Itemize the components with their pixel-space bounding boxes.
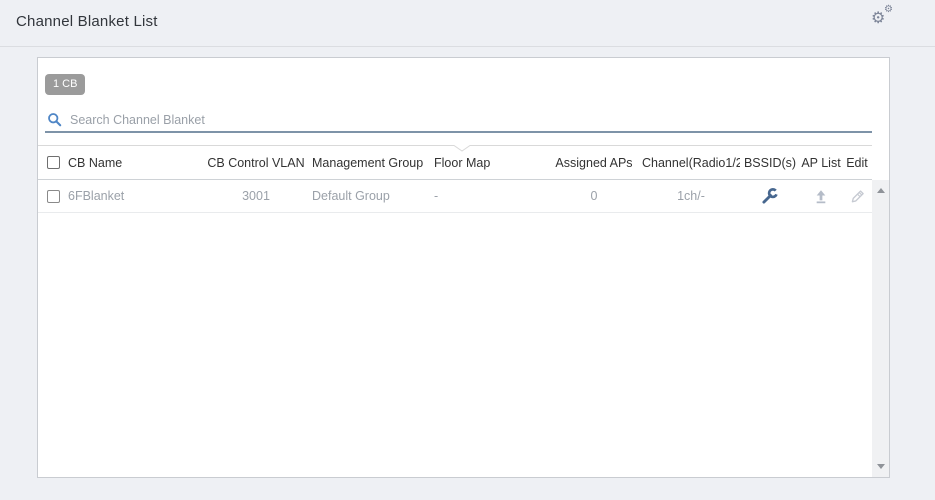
scroll-up-arrow-icon	[877, 188, 885, 193]
row-checkbox[interactable]	[47, 190, 60, 203]
wrench-icon[interactable]	[761, 187, 779, 205]
scroll-down-button[interactable]	[872, 458, 889, 475]
gear-small-icon: ⚙	[884, 5, 893, 15]
col-header-edit[interactable]: Edit	[842, 156, 872, 170]
channel-blanket-panel: 1 CB CB Name CB Control VLAN Management …	[37, 57, 890, 478]
header-notch	[442, 140, 482, 153]
page-title: Channel Blanket List	[16, 13, 158, 30]
cell-channel-radio: 1ch/-	[642, 189, 740, 203]
cb-count-badge: 1 CB	[45, 74, 85, 95]
search-icon	[47, 112, 62, 127]
cell-cb-name: 6FBlanket	[66, 189, 204, 203]
pencil-icon[interactable]	[849, 188, 866, 205]
table-row[interactable]: 6FBlanket 3001 Default Group - 0 1ch/-	[38, 180, 872, 213]
col-header-ap-list[interactable]: AP List	[800, 156, 842, 170]
upload-icon[interactable]	[813, 188, 829, 205]
scroll-down-arrow-icon	[877, 464, 885, 469]
scroll-up-button[interactable]	[872, 182, 889, 199]
col-header-management-group[interactable]: Management Group	[308, 156, 434, 170]
search-bar	[45, 108, 872, 133]
search-input[interactable]	[70, 113, 872, 127]
header-select-cell	[38, 156, 66, 169]
topbar: Channel Blanket List ⚙ ⚙	[0, 0, 935, 47]
cell-assigned-aps: 0	[546, 189, 642, 203]
col-header-bssids[interactable]: BSSID(s)	[740, 156, 800, 170]
settings-gear-icon[interactable]: ⚙ ⚙	[871, 4, 897, 32]
col-header-channel-radio[interactable]: Channel(Radio1/2)	[642, 156, 740, 170]
cell-edit	[842, 188, 872, 205]
cell-ap-list	[800, 188, 842, 205]
cell-floor-map: -	[434, 189, 546, 203]
table-body: 6FBlanket 3001 Default Group - 0 1ch/-	[38, 180, 872, 477]
select-all-checkbox[interactable]	[47, 156, 60, 169]
row-select-cell	[38, 190, 66, 203]
col-header-cb-control-vlan[interactable]: CB Control VLAN	[204, 156, 308, 170]
col-header-floor-map[interactable]: Floor Map	[434, 156, 546, 170]
vertical-scrollbar[interactable]	[872, 180, 889, 477]
cell-cb-control-vlan: 3001	[204, 189, 308, 203]
col-header-cb-name[interactable]: CB Name	[66, 156, 204, 170]
col-header-assigned-aps[interactable]: Assigned APs	[546, 156, 642, 170]
cell-management-group: Default Group	[308, 189, 434, 203]
cell-bssids	[740, 187, 800, 205]
